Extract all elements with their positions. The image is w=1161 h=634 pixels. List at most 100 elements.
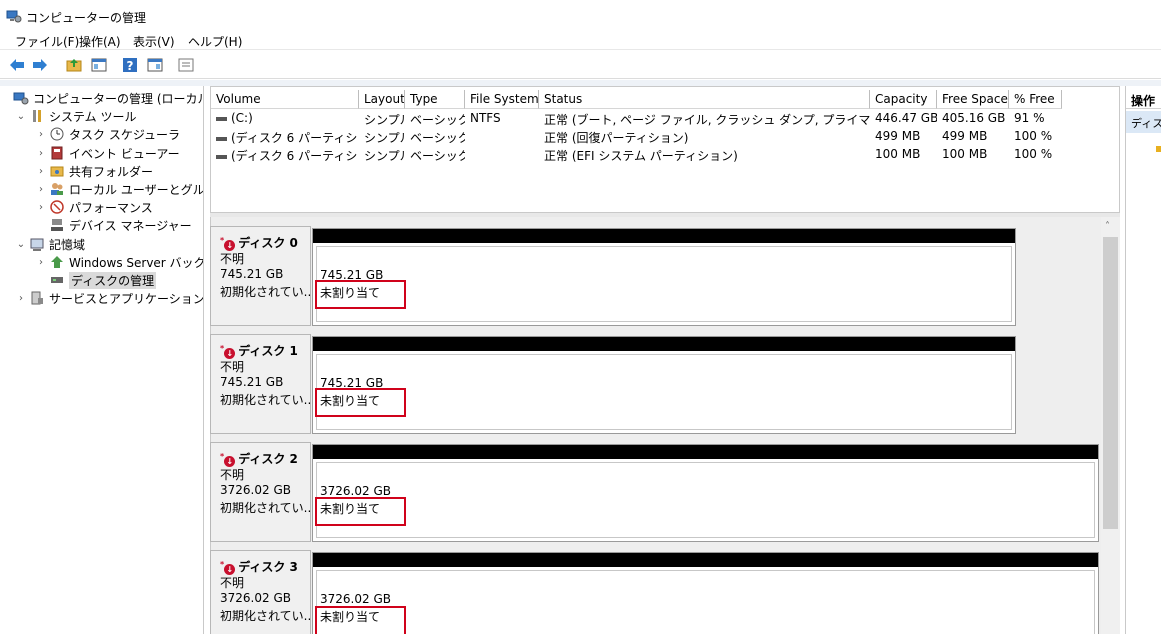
window-title: コンピューターの管理 <box>26 11 147 25</box>
column-header-volume[interactable]: Volume <box>211 90 359 109</box>
tree-windows-server-backup[interactable]: › Windows Server バックアップ <box>35 253 203 271</box>
table-cell: シンプル <box>364 131 405 145</box>
table-cell: 446.47 GB <box>875 111 937 125</box>
chevron-right-icon[interactable]: › <box>35 184 47 195</box>
table-cell: 正常 (回復パーティション) <box>544 131 689 145</box>
column-header-percent-free[interactable]: % Free <box>1009 90 1062 109</box>
menu-view[interactable]: 表示(V) <box>133 33 175 50</box>
tree-services-apps[interactable]: › サービスとアプリケーション <box>15 289 203 307</box>
disk-3-label[interactable]: *↓ ディスク 3 不明 3726.02 GB 初期化されてい... <box>210 550 315 634</box>
menu-file[interactable]: ファイル(F) <box>15 33 79 50</box>
table-cell: 100 MB <box>942 147 988 161</box>
chevron-right-icon[interactable]: › <box>15 293 27 304</box>
properties-icon[interactable] <box>177 56 195 74</box>
chevron-down-icon[interactable]: ⌄ <box>15 239 27 250</box>
tree-storage[interactable]: ⌄ 記憶域 <box>15 235 85 253</box>
forward-arrow-icon[interactable] <box>31 56 49 74</box>
disk-1-label[interactable]: *↓ ディスク 1 不明 745.21 GB 初期化されてい... <box>210 334 315 434</box>
up-folder-icon[interactable] <box>65 56 83 74</box>
title-bar: コンピューターの管理 <box>0 0 1161 30</box>
disk-pane-scrollbar[interactable]: ˄ <box>1101 217 1120 634</box>
highlight-box <box>315 280 406 309</box>
volume-icon <box>216 136 227 141</box>
table-cell: ベーシック <box>410 113 465 127</box>
column-header-free-space[interactable]: Free Space <box>937 90 1009 109</box>
menu-help[interactable]: ヘルプ(H) <box>188 33 242 50</box>
tree-root-label: コンピューターの管理 (ローカル) <box>33 91 204 106</box>
disk-2-partition-size: 3726.02 GB <box>320 484 391 498</box>
tree-root[interactable]: コンピューターの管理 (ローカル) <box>11 89 204 107</box>
menu-bar: ファイル(F) 操作(A) 表示(V) ヘルプ(H) <box>0 30 1161 50</box>
volume-list: Volume Layout Type File System Status Ca… <box>210 86 1120 213</box>
clock-icon <box>50 127 64 141</box>
tree-shared-folders[interactable]: › 共有フォルダー <box>35 162 153 180</box>
table-row[interactable]: (C:) <box>211 111 359 129</box>
computer-management-icon <box>13 92 29 105</box>
toolbar: ? <box>0 51 1161 79</box>
table-cell: 499 MB <box>942 129 988 143</box>
column-header-layout[interactable]: Layout <box>359 90 405 109</box>
computer-management-icon <box>6 10 22 23</box>
table-row[interactable]: (ディスク 6 パーティション 1) <box>211 129 359 147</box>
tree-task-scheduler[interactable]: › タスク スケジューラ <box>35 125 180 143</box>
disk-2-partition[interactable] <box>312 444 1099 542</box>
chevron-right-icon[interactable]: › <box>35 202 47 213</box>
chevron-right-icon[interactable]: › <box>35 129 47 140</box>
column-header-capacity[interactable]: Capacity <box>870 90 937 109</box>
chevron-right-icon[interactable]: › <box>35 148 47 159</box>
disk-0-partition[interactable] <box>312 228 1016 326</box>
disk-2-label[interactable]: *↓ ディスク 2 不明 3726.02 GB 初期化されてい... <box>210 442 315 542</box>
table-cell: 91 % <box>1014 111 1045 125</box>
volume-icon <box>216 116 227 121</box>
disk-1-partition[interactable] <box>312 336 1016 434</box>
users-icon <box>51 183 63 195</box>
highlight-box <box>315 606 406 634</box>
column-header-type[interactable]: Type <box>405 90 465 109</box>
table-cell: 正常 (EFI システム パーティション) <box>544 149 738 163</box>
more-actions-icon[interactable] <box>1156 146 1161 152</box>
scroll-up-icon[interactable]: ˄ <box>1105 221 1110 232</box>
partition-bar <box>313 229 1015 243</box>
tree-disk-management[interactable]: ディスクの管理 <box>47 271 157 289</box>
chevron-right-icon[interactable]: › <box>35 166 47 177</box>
scrollbar-thumb[interactable] <box>1103 237 1118 529</box>
device-manager-icon <box>51 219 63 231</box>
disk-0-label[interactable]: *↓ ディスク 0 不明 745.21 GB 初期化されてい... <box>210 226 315 326</box>
tree-device-manager[interactable]: デバイス マネージャー <box>47 216 192 234</box>
disk-3-partition-size: 3726.02 GB <box>320 592 391 606</box>
back-arrow-icon[interactable] <box>8 56 26 74</box>
table-cell: NTFS <box>470 111 501 125</box>
partition-bar <box>313 553 1098 567</box>
tree-event-viewer[interactable]: › イベント ビューアー <box>35 144 180 162</box>
navigation-tree: コンピューターの管理 (ローカル) ⌄ システム ツール › タスク スケジュー… <box>7 86 204 634</box>
show-hide-tree-icon[interactable] <box>90 56 108 74</box>
table-row[interactable]: (ディスク 6 パーティション 2) <box>211 147 359 165</box>
chevron-down-icon[interactable]: ⌄ <box>15 111 27 122</box>
chevron-right-icon[interactable]: › <box>35 257 47 268</box>
highlight-box <box>315 497 406 526</box>
actions-header: 操作 <box>1126 89 1161 109</box>
menu-action[interactable]: 操作(A) <box>79 33 121 50</box>
highlight-box <box>315 388 406 417</box>
show-hide-action-pane-icon[interactable] <box>146 56 164 74</box>
disk-management-icon <box>51 277 63 283</box>
actions-pane: 操作 ディスクの管理 <box>1125 86 1161 634</box>
svg-text:?: ? <box>127 59 134 73</box>
table-cell: 405.16 GB <box>942 111 1006 125</box>
table-cell: ベーシック <box>410 131 465 145</box>
table-cell: 正常 (ブート, ページ ファイル, クラッシュ ダンプ, プライマリ パーティ… <box>544 113 870 127</box>
table-cell: 100 % <box>1014 129 1053 143</box>
table-cell <box>465 129 539 147</box>
actions-item-disk-management[interactable]: ディスクの管理 <box>1126 111 1161 133</box>
backup-icon <box>51 256 63 268</box>
column-header-file-system[interactable]: File System <box>465 90 539 109</box>
tree-performance[interactable]: › パフォーマンス <box>35 198 153 216</box>
tools-icon <box>33 110 41 122</box>
help-icon[interactable]: ? <box>121 56 139 74</box>
tree-local-users[interactable]: › ローカル ユーザーとグループ <box>35 180 203 198</box>
tree-system-tools[interactable]: ⌄ システム ツール <box>15 107 137 125</box>
performance-icon <box>50 200 64 214</box>
column-header-status[interactable]: Status <box>539 90 870 109</box>
table-cell: シンプル <box>364 113 405 127</box>
disk-3-partition[interactable] <box>312 552 1099 634</box>
